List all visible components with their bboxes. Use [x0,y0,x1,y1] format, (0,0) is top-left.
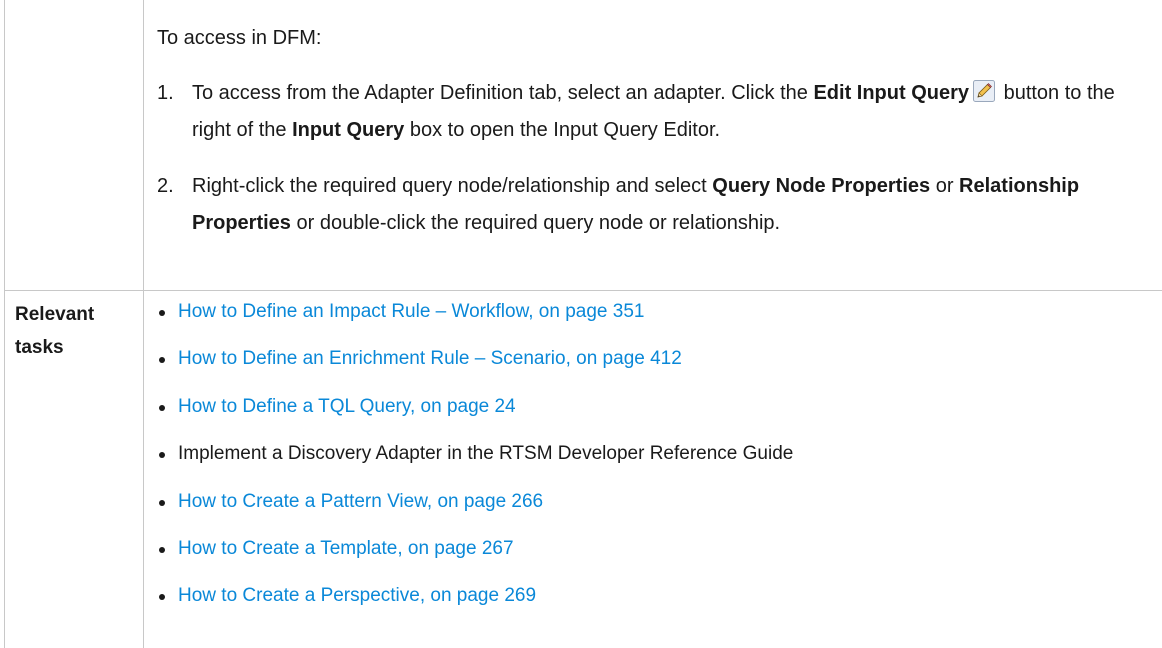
step-text-part: or [930,175,960,197]
query-node-properties-label: Query Node Properties [712,175,931,197]
step-number: 1. [157,82,174,104]
heading-line: Relevant [15,304,95,325]
step-2: 2. Right-click the required query node/r… [157,168,1157,248]
relevant-tasks-row: Relevant tasks How to Define an Impact R… [5,291,1162,648]
bullet-icon [159,547,165,553]
task-text: Implement a Discovery Adapter in the RTS… [178,443,794,464]
task-link[interactable]: How to Define an Impact Rule – Workflow,… [178,299,644,325]
list-item[interactable]: How to Create a Pattern View, on page 26… [157,489,1157,515]
list-item: Implement a Discovery Adapter in the RTS… [157,441,1157,467]
task-link[interactable]: How to Define a TQL Query, on page 24 [178,394,516,420]
list-item[interactable]: How to Create a Perspective, on page 269 [157,583,1157,609]
bullet-icon [159,357,165,363]
access-row: To access in DFM: 1. To access from the … [5,0,1162,291]
list-item[interactable]: How to Create a Template, on page 267 [157,536,1157,562]
input-query-label: Input Query [292,119,405,141]
step-number: 2. [157,175,174,197]
bullet-icon [159,594,165,600]
step-text: Right-click the required query node/rela… [192,168,1157,242]
edit-input-query-label: Edit Input Query [813,82,970,104]
bullet-icon [159,500,165,506]
heading-line: tasks [15,337,64,358]
access-content-cell: To access in DFM: 1. To access from the … [144,0,1162,290]
relevant-tasks-heading: Relevant tasks [15,298,140,364]
relevant-tasks-content-cell: How to Define an Impact Rule – Workflow,… [144,291,1162,648]
access-label-cell [5,0,144,290]
step-text-part: To access from the Adapter Definition ta… [192,82,814,104]
relevant-tasks-label-cell: Relevant tasks [5,291,144,648]
list-item[interactable]: How to Define an Enrichment Rule – Scena… [157,346,1157,372]
step-text-part: Right-click the required query node/rela… [192,175,713,197]
pencil-icon [973,80,996,102]
step-text-part: or double-click the required query node … [290,212,781,234]
bullet-icon [159,405,165,411]
task-link[interactable]: How to Create a Template, on page 267 [178,536,514,562]
task-link[interactable]: How to Create a Perspective, on page 269 [178,583,536,609]
list-item[interactable]: How to Define a TQL Query, on page 24 [157,394,1157,420]
step-1: 1. To access from the Adapter Definition… [157,75,1157,155]
task-link[interactable]: How to Define an Enrichment Rule – Scena… [178,346,682,372]
access-intro: To access in DFM: [157,27,322,49]
reference-table: To access in DFM: 1. To access from the … [4,0,1162,648]
bullet-icon [159,310,165,316]
step-text: To access from the Adapter Definition ta… [192,75,1157,149]
task-link[interactable]: How to Create a Pattern View, on page 26… [178,489,543,515]
bullet-icon [159,452,165,458]
step-text-part: box to open the Input Query Editor. [404,119,721,141]
list-item[interactable]: How to Define an Impact Rule – Workflow,… [157,299,1157,325]
